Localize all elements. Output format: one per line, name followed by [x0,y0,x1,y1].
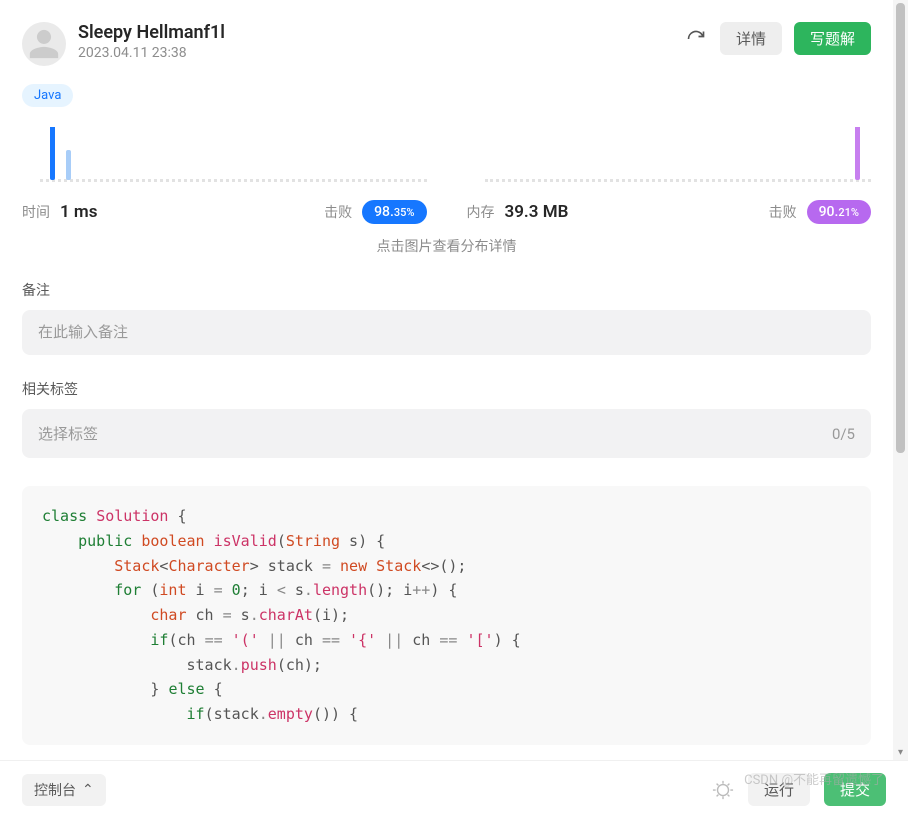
profile-block: Sleepy Hellmanf1l 2023.04.11 23:38 [22,22,225,66]
memory-percent-pill: 90.21% [807,200,871,224]
memory-chart[interactable] [467,127,872,182]
console-toggle[interactable]: 控制台 ⌃ [22,774,106,806]
remarks-label: 备注 [22,280,871,300]
chevron-up-icon: ⌃ [82,782,94,798]
tag-count: 0/5 [832,425,855,443]
language-tag-java[interactable]: Java [22,84,73,107]
profile-text: Sleepy Hellmanf1l 2023.04.11 23:38 [78,22,225,61]
console-label: 控制台 [34,780,76,800]
time-beats-label: 击败 [324,202,352,222]
time-value: 1 ms [60,202,97,222]
scrollbar-track[interactable]: ▴ ▾ [893,0,908,760]
tag-select[interactable]: 选择标签 0/5 [22,409,871,458]
main-content: Sleepy Hellmanf1l 2023.04.11 23:38 详情 写题… [0,0,893,760]
time-stat-row: 时间 1 ms 击败 98.35% [22,200,427,224]
bug-icon[interactable] [712,779,734,801]
details-button[interactable]: 详情 [720,22,782,55]
header-actions: 详情 写题解 [684,22,871,55]
stats-panel: 时间 1 ms 击败 98.35% 内存 39.3 MB 击 [22,127,871,224]
memory-bar-main [855,127,860,180]
scroll-down-icon[interactable]: ▾ [893,745,908,760]
chart-baseline [40,179,427,182]
run-button[interactable]: 运行 [748,773,810,806]
submit-button[interactable]: 提交 [824,773,886,806]
related-tags-label: 相关标签 [22,379,871,399]
memory-stat-row: 内存 39.3 MB 击败 90.21% [467,200,872,224]
memory-value: 39.3 MB [505,202,569,222]
time-percent-pill: 98.35% [362,200,426,224]
timestamp: 2023.04.11 23:38 [78,45,225,61]
memory-beats-label: 击败 [769,202,797,222]
memory-stat[interactable]: 内存 39.3 MB 击败 90.21% [467,127,872,224]
time-bar-secondary [66,150,71,180]
refresh-icon[interactable] [684,27,708,51]
language-tags: Java [22,84,871,107]
username[interactable]: Sleepy Hellmanf1l [78,22,225,43]
memory-label: 内存 [467,202,495,222]
tag-select-placeholder: 选择标签 [38,423,98,444]
write-solution-button[interactable]: 写题解 [794,22,871,55]
time-bar-main [50,127,55,180]
time-stat[interactable]: 时间 1 ms 击败 98.35% [22,127,427,224]
time-label: 时间 [22,202,50,222]
scrollbar-thumb[interactable] [896,3,905,453]
header: Sleepy Hellmanf1l 2023.04.11 23:38 详情 写题… [22,22,871,66]
time-chart[interactable] [22,127,427,182]
avatar[interactable] [22,22,66,66]
footer-actions: 运行 提交 [712,773,886,806]
chart-hint: 点击图片查看分布详情 [22,236,871,256]
footer-bar: 控制台 ⌃ 运行 提交 [0,760,908,818]
code-panel[interactable]: class Solution { public boolean isValid(… [22,486,871,745]
chart-baseline [485,179,872,182]
remarks-input[interactable] [22,310,871,355]
